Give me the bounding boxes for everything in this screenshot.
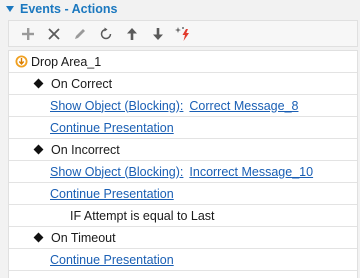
arrow-down-icon bbox=[153, 27, 163, 40]
rotate-icon bbox=[100, 27, 112, 39]
action-link[interactable]: Show Object (Blocking): bbox=[50, 99, 183, 113]
event-bullet-icon bbox=[33, 78, 44, 89]
action-link[interactable]: Continue Presentation bbox=[50, 121, 174, 135]
section-title: Events - Actions bbox=[20, 2, 118, 16]
action-row[interactable]: Continue Presentation bbox=[9, 183, 357, 205]
move-down-button[interactable] bbox=[145, 23, 171, 45]
action-row[interactable]: Continue Presentation bbox=[9, 249, 357, 271]
action-link[interactable]: Show Object (Blocking): bbox=[50, 165, 183, 179]
event-label: On Correct bbox=[51, 76, 113, 91]
event-row-on-timeout[interactable]: On Timeout bbox=[9, 227, 357, 249]
event-bullet-icon bbox=[33, 232, 44, 243]
action-row[interactable]: Continue Presentation bbox=[9, 117, 357, 139]
events-actions-panel: Events - Actions Drop Area_1 On Correct … bbox=[0, 0, 360, 278]
action-row[interactable]: Show Object (Blocking): Incorrect Messag… bbox=[9, 161, 357, 183]
event-label: On Timeout bbox=[51, 230, 116, 245]
target-object-link[interactable]: Correct Message_8 bbox=[189, 99, 298, 113]
event-label: On Incorrect bbox=[51, 142, 120, 157]
plus-icon bbox=[22, 27, 34, 40]
event-bullet-icon bbox=[33, 144, 44, 155]
events-actions-tree: Drop Area_1 On Correct Show Object (Bloc… bbox=[8, 50, 358, 278]
add-button[interactable] bbox=[15, 23, 41, 45]
actions-toolbar bbox=[8, 20, 358, 47]
object-label: Drop Area_1 bbox=[31, 54, 102, 69]
target-object-link[interactable]: Incorrect Message_10 bbox=[189, 165, 313, 179]
move-up-button[interactable] bbox=[119, 23, 145, 45]
drop-area-icon bbox=[15, 55, 28, 68]
section-header[interactable]: Events - Actions bbox=[0, 0, 360, 18]
action-row[interactable]: Show Object (Blocking): Correct Message_… bbox=[9, 95, 357, 117]
close-icon bbox=[48, 27, 60, 40]
object-row[interactable]: Drop Area_1 bbox=[9, 51, 357, 73]
collapse-caret-icon[interactable] bbox=[6, 6, 14, 12]
condition-label: IF Attempt is equal to Last bbox=[70, 208, 215, 223]
edit-button[interactable] bbox=[67, 23, 93, 45]
action-link[interactable]: Continue Presentation bbox=[50, 187, 174, 201]
action-link[interactable]: Continue Presentation bbox=[50, 253, 174, 267]
pencil-icon bbox=[75, 28, 85, 39]
reset-button[interactable] bbox=[93, 23, 119, 45]
event-row-on-correct[interactable]: On Correct bbox=[9, 73, 357, 95]
delete-button[interactable] bbox=[41, 23, 67, 45]
event-row-on-incorrect[interactable]: On Incorrect bbox=[9, 139, 357, 161]
arrow-up-icon bbox=[127, 27, 137, 40]
condition-row[interactable]: IF Attempt is equal to Last bbox=[9, 205, 357, 227]
trigger-wizard-button[interactable] bbox=[171, 23, 197, 45]
sparkle-lightning-icon bbox=[175, 26, 189, 41]
